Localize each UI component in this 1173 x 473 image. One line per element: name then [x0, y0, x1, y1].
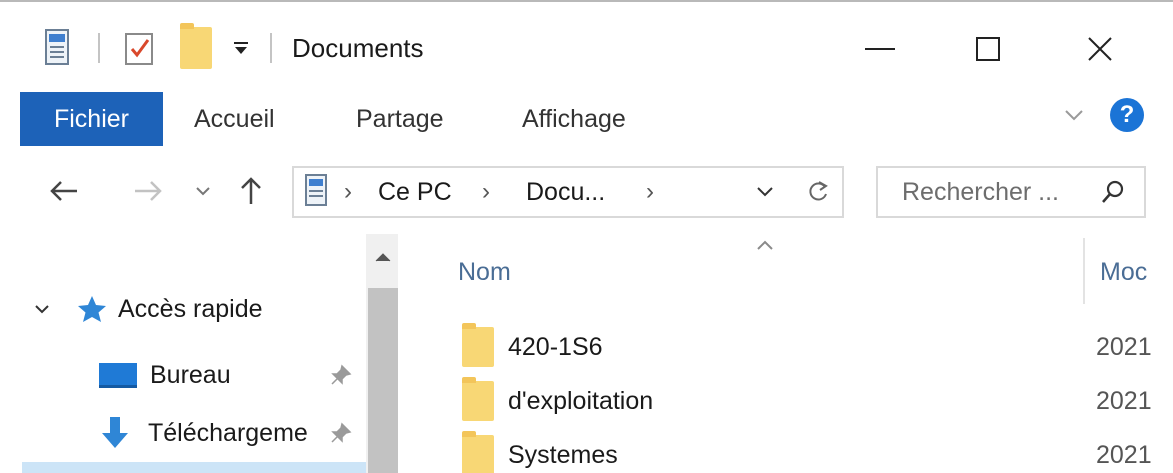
- window-title: Documents: [292, 33, 424, 63]
- file-row[interactable]: 420-1S6: [462, 322, 603, 372]
- maximize-icon: [976, 37, 1000, 61]
- minimize-button[interactable]: [852, 26, 908, 72]
- chevron-down-icon: [1065, 110, 1083, 121]
- recent-locations-button[interactable]: [190, 166, 216, 216]
- chevron-up-icon: [375, 253, 391, 262]
- breadcrumb-documents[interactable]: Docu...: [526, 168, 605, 216]
- file-row[interactable]: Systemes: [462, 430, 618, 473]
- address-dropdown-button[interactable]: [756, 185, 774, 203]
- maximize-button[interactable]: [960, 26, 1016, 72]
- search-input[interactable]: Rechercher ...: [902, 168, 1059, 216]
- tab-fichier[interactable]: Fichier: [20, 92, 163, 146]
- tree-item-label: Bureau: [150, 360, 231, 389]
- column-header-modified[interactable]: Moc: [1100, 254, 1147, 290]
- ribbon: Fichier Accueil Partage Affichage ?: [0, 92, 1173, 148]
- navigation-bar: › Ce PC › Docu... › Rechercher ...: [0, 148, 1173, 234]
- address-bar[interactable]: › Ce PC › Docu... ›: [292, 166, 844, 218]
- refresh-button[interactable]: [806, 178, 830, 211]
- file-name: Systemes: [508, 440, 618, 469]
- close-button[interactable]: [1072, 26, 1128, 72]
- chevron-down-icon: [196, 187, 210, 196]
- file-date: 2021: [1096, 441, 1152, 469]
- help-button[interactable]: ?: [1110, 98, 1144, 132]
- breadcrumb-separator[interactable]: ›: [344, 168, 352, 216]
- star-icon: [78, 296, 106, 322]
- toolbar-separator: [270, 33, 272, 63]
- selected-tree-item[interactable]: [22, 462, 366, 473]
- pin-icon[interactable]: [330, 364, 352, 386]
- refresh-icon: [809, 181, 828, 201]
- toolbar-separator: [98, 33, 100, 63]
- customize-toolbar-icon[interactable]: [232, 26, 250, 70]
- pin-icon[interactable]: [330, 422, 352, 444]
- tree-item-label: Accès rapide: [118, 294, 263, 323]
- column-divider[interactable]: [1083, 238, 1085, 304]
- search-box[interactable]: Rechercher ...: [876, 166, 1146, 218]
- download-icon: [102, 417, 128, 448]
- minimize-icon: [865, 48, 895, 50]
- scroll-up-button[interactable]: [374, 250, 392, 268]
- arrow-left-icon: [50, 181, 77, 201]
- back-button[interactable]: [44, 166, 84, 216]
- arrow-up-icon: [241, 177, 261, 204]
- breadcrumb-ce-pc[interactable]: Ce PC: [378, 168, 452, 216]
- chevron-down-icon: [757, 187, 773, 197]
- breadcrumb-separator[interactable]: ›: [482, 168, 490, 216]
- properties-icon[interactable]: [44, 26, 72, 70]
- documents-location-icon: [304, 173, 328, 214]
- folder-icon[interactable]: [180, 23, 212, 70]
- file-date: 2021: [1096, 387, 1152, 415]
- chevron-down-icon: [35, 305, 49, 314]
- close-icon: [1088, 37, 1112, 61]
- folder-icon: [462, 431, 494, 473]
- file-name: 420-1S6: [508, 332, 603, 361]
- sort-ascending-icon: [756, 238, 774, 256]
- search-icon[interactable]: [1100, 179, 1126, 210]
- file-row[interactable]: d'exploitation: [462, 376, 653, 426]
- tab-accueil[interactable]: Accueil: [194, 92, 275, 146]
- column-header-nom[interactable]: Nom: [458, 254, 511, 290]
- desktop-icon: [99, 363, 137, 388]
- nav-pane-scroll-thumb[interactable]: [368, 288, 398, 473]
- tree-item-acces-rapide[interactable]: Accès rapide: [34, 286, 263, 332]
- up-button[interactable]: [234, 166, 268, 216]
- tree-item-label: Téléchargeme: [148, 418, 308, 447]
- file-name: d'exploitation: [508, 386, 654, 415]
- folder-icon: [462, 377, 494, 421]
- file-date: 2021: [1096, 333, 1152, 361]
- title-bar: Documents: [0, 0, 1173, 92]
- folder-icon: [462, 323, 494, 367]
- arrow-right-icon: [135, 181, 162, 201]
- tree-item-telechargements[interactable]: Téléchargeme: [98, 410, 360, 456]
- expand-ribbon-button[interactable]: [1064, 108, 1084, 127]
- tab-partage[interactable]: Partage: [356, 92, 444, 146]
- breadcrumb-separator[interactable]: ›: [646, 168, 654, 216]
- new-folder-icon[interactable]: [122, 26, 156, 70]
- tab-affichage[interactable]: Affichage: [522, 92, 626, 146]
- forward-button[interactable]: [128, 166, 168, 216]
- tree-item-bureau[interactable]: Bureau: [98, 352, 360, 398]
